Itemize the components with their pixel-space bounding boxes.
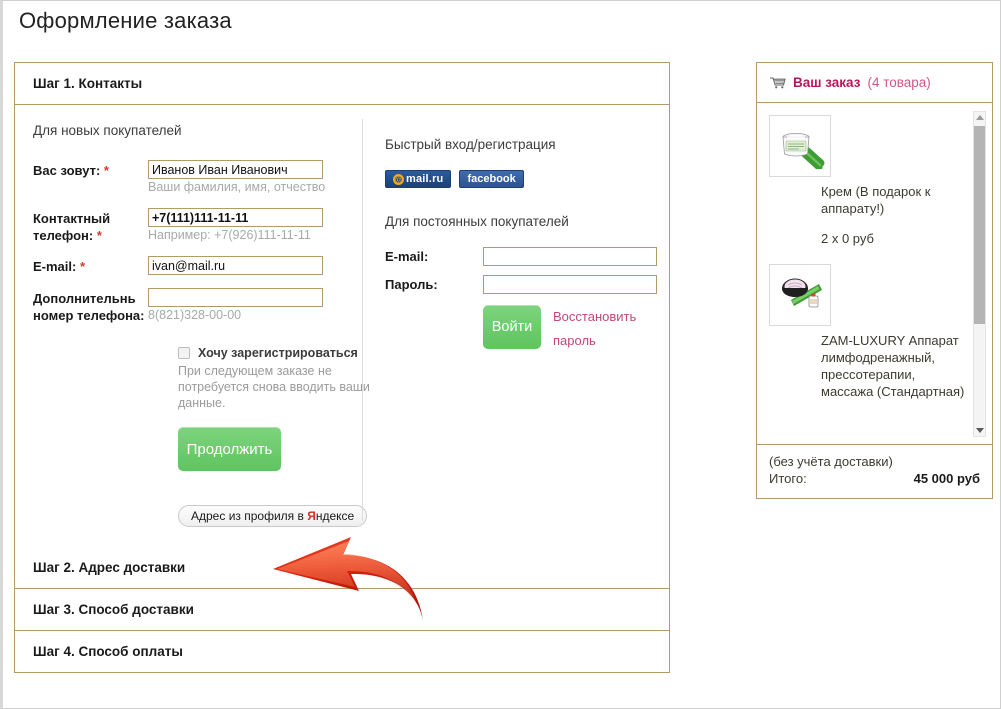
order-total-section: (без учёта доставки) Итого: 45 000 руб [757,445,992,498]
scroll-down-arrow-icon[interactable] [976,428,984,433]
order-item: Крем (В подарок к аппарату!) 2 x 0 руб [769,115,992,246]
field-control-phone: Например: +7(926)111-11-11 [148,208,362,252]
order-item-name[interactable]: Крем (В подарок к аппарату!) [821,183,966,217]
step-header-2[interactable]: Шаг 2. Адрес доставки [15,547,669,589]
page-title: Оформление заказа [19,8,232,33]
order-list-scrollbar[interactable] [973,111,986,437]
order-summary-header: Ваш заказ (4 товара) [757,63,992,103]
required-marker: * [103,163,109,178]
facebook-login-button[interactable]: facebook [459,170,524,188]
step-header-1[interactable]: Шаг 1. Контакты [15,63,669,105]
extra-phone-input[interactable] [148,288,323,307]
order-item-qty: 2 x 0 руб [821,231,874,246]
order-item-name[interactable]: ZAM-LUXURY Аппарат лимфодренажный, пресс… [821,332,966,400]
field-control-name: Ваши фамилия, имя, отчество [148,160,362,204]
login-password-input[interactable] [483,275,657,294]
phone-input[interactable] [148,208,323,227]
cream-jar-aloe-icon [782,132,825,169]
login-email-label: E-mail: [385,249,429,264]
register-checkbox[interactable] [178,347,190,359]
order-item-count: (4 товара) [867,75,931,90]
continue-button[interactable]: Продолжить [178,427,281,471]
register-checkbox-label: Хочу зарегистрироваться [198,346,358,360]
register-checkbox-row[interactable]: Хочу зарегистрироваться [178,346,362,360]
yandex-button-prefix: Адрес из профиля в [191,509,308,523]
order-total-label: Итого: [769,471,807,486]
hint-extra-phone: 8(821)328-00-00 [148,308,242,322]
yandex-brand-letter: Я [307,509,316,523]
product-thumbnail-device [769,264,831,326]
required-marker: * [96,228,102,243]
order-item: ZAM-LUXURY Аппарат лимфодренажный, пресс… [769,264,992,400]
field-row-email: E-mail: * [33,256,362,284]
mailru-label: mail.ru [406,173,444,185]
step-header-3[interactable]: Шаг 3. Способ доставки [15,589,669,631]
login-email-row: E-mail: [385,247,669,266]
login-actions: Войти Восстановить пароль [483,305,669,353]
scrollbar-thumb[interactable] [974,126,985,324]
hint-full-name: Ваши фамилия, имя, отчество [148,180,326,194]
label-full-name-text: Вас зовут: [33,163,101,178]
cart-icon [769,76,786,89]
order-title: Ваш заказ [793,75,861,90]
at-icon: @ [393,173,404,185]
label-phone: Контактный телефон: * [33,208,148,244]
order-summary-panel: Ваш заказ (4 товара) Крем (В подарок к а… [756,62,993,499]
scroll-up-arrow-icon[interactable] [976,115,984,120]
email-input[interactable] [148,256,323,275]
yandex-address-button[interactable]: Адрес из профиля в Яндексе [178,505,368,527]
massage-device-icon [782,278,822,308]
label-full-name: Вас зовут: * [33,160,148,179]
order-total-value: 45 000 руб [913,471,980,486]
restore-password-link[interactable]: Восстановить пароль [553,305,649,353]
product-thumbnail-cream [769,115,831,177]
hint-phone: Например: +7(926)111-11-11 [148,228,311,242]
field-row-name: Вас зовут: * Ваши фамилия, имя, отчество [33,160,362,204]
label-email-text: E-mail: [33,259,77,274]
step-1-body: Для новых покупателей Вас зовут: * Ваши … [15,105,669,621]
quick-login-title: Быстрый вход/регистрация [385,137,556,152]
login-email-input[interactable] [483,247,657,266]
label-extra-phone: Дополнительнь номер телефона: [33,291,145,323]
login-button[interactable]: Войти [483,305,541,349]
facebook-label: facebook [467,173,516,185]
field-control-email [148,256,362,284]
returning-customers-title: Для постоянных покупателей [385,214,569,229]
mailru-login-button[interactable]: @ mail.ru [385,170,452,188]
field-row-phone: Контактный телефон: * Например: +7(926)1… [33,208,362,252]
label-email: E-mail: * [33,256,148,275]
quick-login-column: Быстрый вход/регистрация @ mail.ru facebo… [362,119,669,521]
register-note: При следующем заказе не потребуется снов… [178,364,370,410]
full-name-input[interactable] [148,160,323,179]
new-customers-title: Для новых покупателей [33,123,182,138]
new-customers-column: Для новых покупателей Вас зовут: * Ваши … [15,105,370,547]
order-items-list: Крем (В подарок к аппарату!) 2 x 0 руб Z… [757,103,992,445]
shipping-note: (без учёта доставки) [769,454,893,469]
login-password-row: Пароль: [385,275,669,294]
required-marker: * [79,259,86,274]
step-header-4[interactable]: Шаг 4. Способ оплаты [15,631,669,672]
social-login-row: @ mail.ru facebook [385,170,669,188]
field-control-extra-phone: 8(821)328-00-00 [148,288,362,332]
checkout-panel: Шаг 1. Контакты Для новых покупателей Ва… [14,62,670,673]
login-password-label: Пароль: [385,277,438,292]
order-total-row: Итого: 45 000 руб [769,471,980,486]
field-row-extra-phone: Дополнительнь номер телефона: 8(821)328-… [33,288,362,332]
page-frame: Оформление заказа Шаг 1. Контакты Для но… [0,0,1001,709]
yandex-button-suffix: ндексе [315,509,355,523]
